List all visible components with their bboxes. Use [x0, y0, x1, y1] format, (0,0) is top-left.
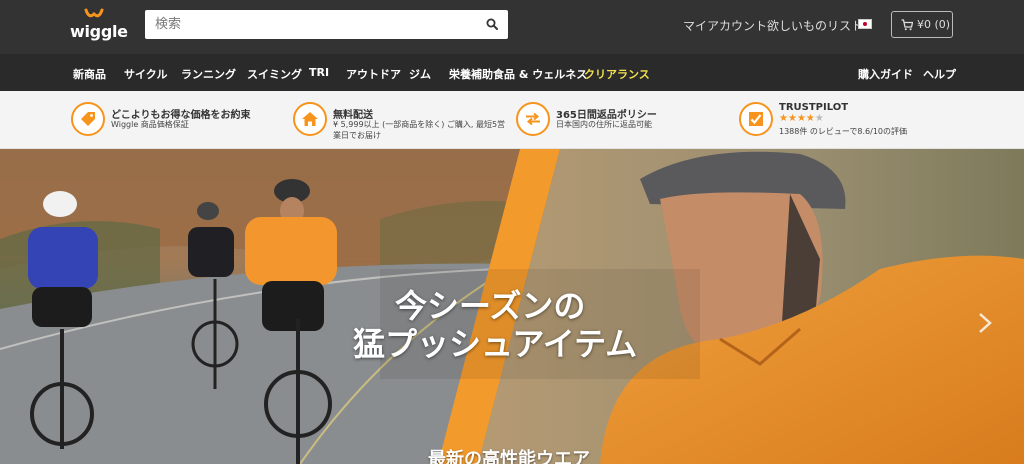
hero-title: 今シーズンの 猛プッシュアイテム	[353, 287, 637, 363]
usp-trustpilot[interactable]: TRUSTPILOT ★★★★★ 1388件 のレビューで8.6/10の評価	[739, 100, 959, 140]
star-icon: ★	[779, 113, 788, 124]
wiggle-logo[interactable]: wiggle	[70, 8, 128, 48]
hero-title-line2: 猛プッシュアイテム	[353, 325, 638, 363]
star-icon: ★	[805, 113, 815, 124]
nav-item-swimming[interactable]: スイミング	[247, 66, 302, 82]
my-account-link[interactable]: マイアカウント	[683, 17, 767, 34]
usp-icon-circle	[516, 102, 550, 136]
chevron-right-icon[interactable]	[975, 311, 995, 335]
nav-item-outdoor[interactable]: アウトドア	[346, 66, 401, 82]
usp-subtitle: 日本国内の住所に返品可能	[556, 120, 652, 129]
main-nav: 新商品 サイクル ランニング スイミング TRI アウトドア ジム 栄養補助食品…	[0, 54, 1024, 91]
usp-subtitle: 1388件 のレビューで8.6/10の評価	[779, 127, 908, 136]
usp-price-promise[interactable]: どこよりもお得な価格をお約束 Wiggle 商品価格保証	[71, 100, 281, 140]
nav-item-gym[interactable]: ジム	[409, 66, 431, 82]
trustpilot-icon	[749, 112, 763, 126]
usp-subtitle: Wiggle 商品価格保証	[111, 120, 189, 129]
logo-text: wiggle	[70, 22, 128, 41]
wishlist-link[interactable]: 欲しいものリスト	[767, 17, 863, 34]
search-input[interactable]	[145, 10, 475, 39]
wiggle-logo-icon	[84, 8, 104, 18]
usp-free-delivery[interactable]: 無料配送 ¥ 5,999以上 (一部商品を除く) ご購入, 最短5営業日でお届け	[293, 100, 513, 140]
top-bar: wiggle マイアカウント 欲しいものリスト ¥0 (0)	[0, 0, 1024, 54]
japan-flag-icon[interactable]	[858, 19, 872, 29]
usp-subtitle: ¥ 5,999以上 (一部商品を除く) ご購入, 最短5営業日でお届け	[333, 120, 506, 140]
cart-button[interactable]: ¥0 (0)	[891, 11, 953, 38]
search-box	[145, 10, 508, 39]
nav-item-cycle[interactable]: サイクル	[124, 66, 167, 82]
hero-title-line1: 今シーズンの	[395, 287, 586, 325]
nav-item-running[interactable]: ランニング	[181, 66, 236, 82]
nav-item-nutrition[interactable]: 栄養補助食品 & ウェルネス	[449, 66, 587, 82]
usp-icon-circle	[71, 102, 105, 136]
star-empty-icon: ★	[814, 113, 824, 124]
hero-banner[interactable]: 今シーズンの 猛プッシュアイテム 最新の高性能ウエア	[0, 149, 1024, 464]
nav-item-tri[interactable]: TRI	[309, 66, 329, 79]
usp-icon-circle	[739, 102, 773, 136]
star-icon: ★	[796, 113, 806, 124]
usp-returns-policy[interactable]: 365日間返品ポリシー 日本国内の住所に返品可能	[516, 100, 726, 140]
hero-subtitle: 最新の高性能ウエア	[428, 449, 590, 464]
cart-total: ¥0 (0)	[917, 18, 951, 31]
star-icon: ★	[787, 113, 797, 124]
nav-item-new[interactable]: 新商品	[73, 66, 106, 82]
nav-item-buying-guide[interactable]: 購入ガイド	[858, 66, 913, 82]
return-arrows-icon	[526, 112, 540, 126]
rating-stars: ★★★★★	[779, 113, 824, 124]
nav-item-help[interactable]: ヘルプ	[923, 66, 956, 82]
home-icon	[302, 112, 318, 126]
nav-item-clearance[interactable]: クリアランス	[584, 66, 650, 82]
search-icon[interactable]	[486, 18, 498, 30]
price-tag-icon	[81, 112, 95, 126]
usp-strip: どこよりもお得な価格をお約束 Wiggle 商品価格保証 無料配送 ¥ 5,99…	[0, 91, 1024, 149]
usp-title: TRUSTPILOT	[779, 102, 849, 113]
shopping-cart-icon	[901, 19, 913, 31]
usp-icon-circle	[293, 102, 327, 136]
